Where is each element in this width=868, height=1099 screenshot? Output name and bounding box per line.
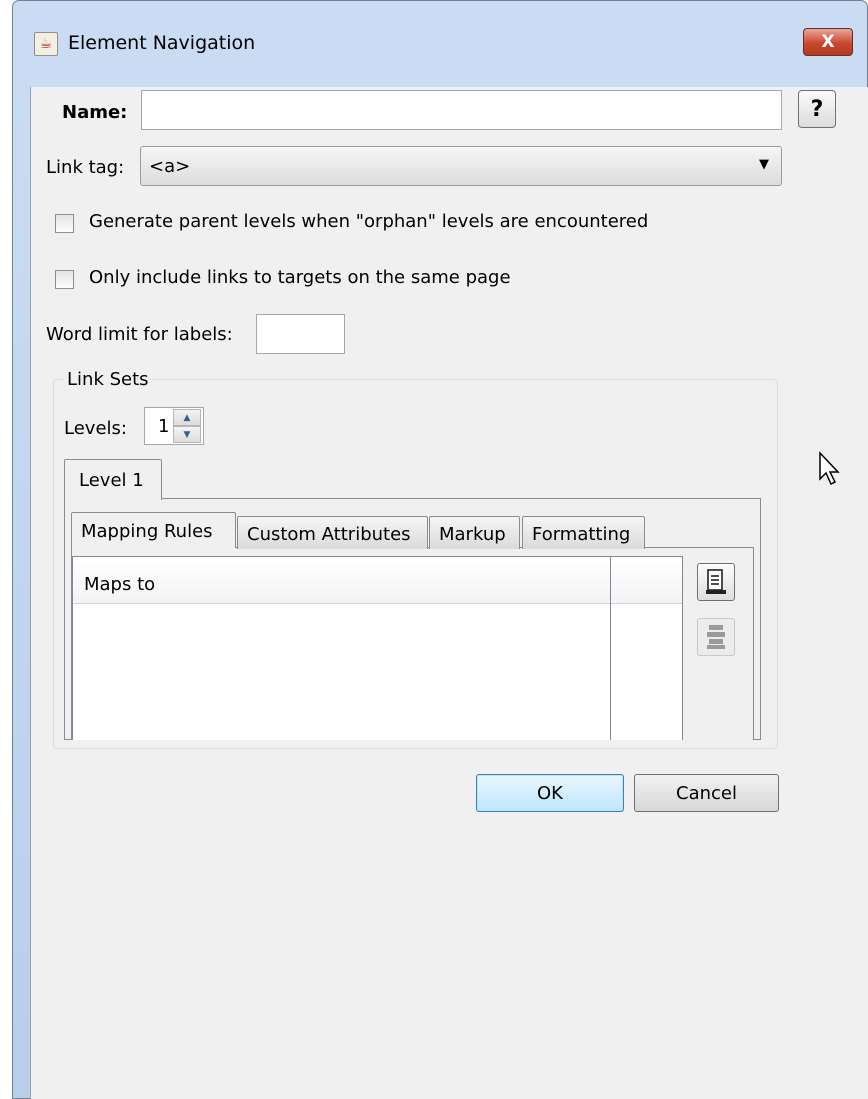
mapping-rules-table[interactable]: Maps to (72, 556, 683, 740)
spinner-down-icon[interactable]: ▼ (173, 426, 201, 443)
tab-level-1[interactable]: Level 1 (64, 459, 162, 500)
levels-value[interactable]: 1 (158, 416, 169, 437)
tab-mapping-rules[interactable]: Mapping Rules (71, 512, 236, 548)
spinner-up-icon[interactable]: ▲ (173, 409, 201, 426)
add-rule-button[interactable] (697, 563, 735, 601)
orphan-levels-label[interactable]: Generate parent levels when "orphan" lev… (89, 211, 648, 232)
same-page-checkbox[interactable] (55, 270, 74, 289)
help-button[interactable]: ? (798, 90, 836, 128)
add-row-icon (706, 569, 726, 594)
chevron-down-icon: ▼ (759, 157, 769, 172)
remove-rule-button[interactable] (697, 618, 735, 656)
name-input[interactable] (141, 90, 782, 130)
window-title: Element Navigation (68, 32, 256, 54)
link-tag-selected-value: <a> (149, 156, 191, 177)
tab-formatting[interactable]: Formatting (522, 516, 645, 549)
word-limit-input[interactable] (256, 314, 345, 354)
link-sets-title: Link Sets (64, 369, 152, 390)
ok-button[interactable]: OK (476, 774, 624, 812)
java-cup-icon: ☕ (34, 32, 58, 56)
column-header-maps-to[interactable]: Maps to (73, 557, 682, 604)
mouse-pointer-icon (818, 451, 840, 487)
cancel-button[interactable]: Cancel (634, 774, 779, 812)
levels-label: Levels: (64, 418, 127, 439)
same-page-label[interactable]: Only include links to targets on the sam… (89, 267, 511, 288)
table-right-border (610, 556, 611, 740)
tab-markup[interactable]: Markup (429, 516, 520, 549)
name-label: Name: (62, 102, 128, 123)
close-button[interactable]: X (803, 28, 853, 56)
remove-row-icon (707, 625, 725, 649)
link-tag-label: Link tag: (46, 157, 125, 178)
link-tag-dropdown[interactable]: <a> ▼ (140, 146, 782, 186)
levels-spinner[interactable]: 1 ▲ ▼ (144, 407, 204, 445)
orphan-levels-checkbox[interactable] (55, 214, 74, 233)
tab-custom-attributes[interactable]: Custom Attributes (237, 516, 428, 549)
word-limit-label: Word limit for labels: (46, 324, 233, 345)
